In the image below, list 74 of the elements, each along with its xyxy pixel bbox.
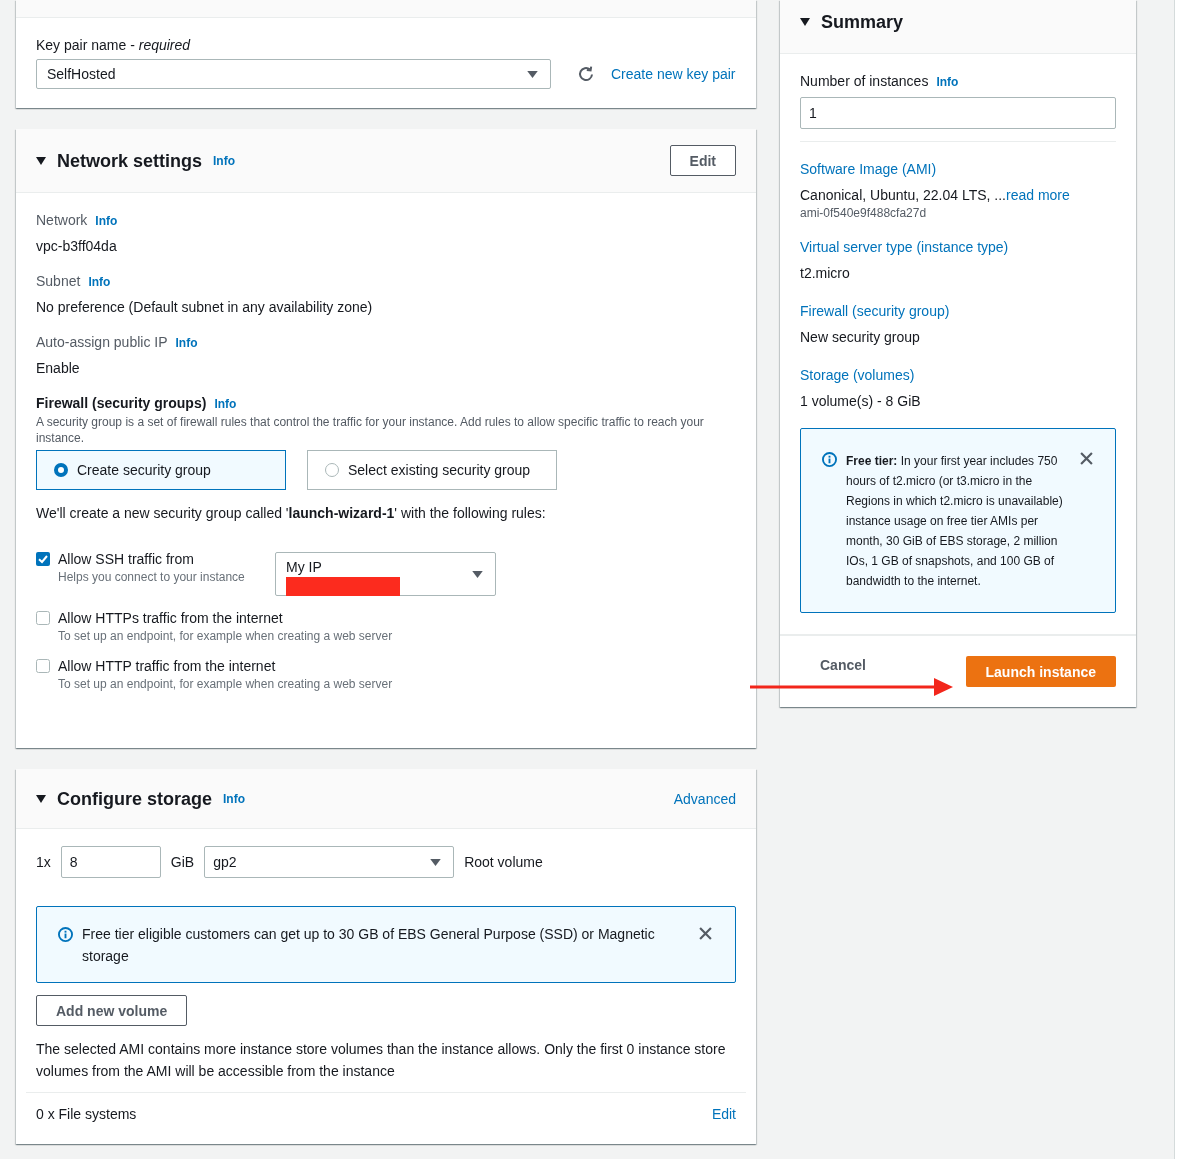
edit-button[interactable]: Edit <box>669 145 736 176</box>
radio-icon[interactable] <box>325 463 339 477</box>
alert-text: Free tier: In your first year includes 750 hours of t2.micro (or t3.micro in the Regions in which t2.micro is unavailable) instance usage on free tier AMIs per month, 30 GiB of EBS storage, 2 million IOs, 1 GB of snapshots, and 100 GB of bandwidth to the internet. <box>846 453 1064 590</box>
checkbox[interactable] <box>36 552 50 566</box>
size-unit: GiB <box>170 854 195 870</box>
info-icon <box>822 452 837 467</box>
field-label: Network <box>36 211 88 230</box>
radio-icon[interactable] <box>54 463 68 477</box>
caret-down-icon[interactable] <box>36 794 46 803</box>
radio-option[interactable]: Select existing security group <box>307 450 557 490</box>
volume-size-field[interactable]: 8 <box>60 846 161 878</box>
summary-value: Canonical, Ubuntu, 22.04 LTS, ... <box>800 187 1006 203</box>
ami-id: ami-0f540e9f488cfa27d <box>800 206 928 220</box>
field-value: Enable <box>36 359 81 378</box>
edit-link[interactable]: Edit <box>711 1103 736 1125</box>
create-key-pair-link[interactable]: Create new key pair <box>611 66 736 82</box>
field-label: Key pair name - required <box>36 36 192 54</box>
radio-option[interactable]: Create security group <box>36 450 286 490</box>
storage-note: The selected AMI contains more instance store volumes than the instance allows. Only the first 0 instance store volumes from the AMI will be accessible from the instance <box>36 1040 727 1081</box>
volume-label: Root volume <box>464 854 543 870</box>
caret-down-icon[interactable] <box>800 18 810 26</box>
caret-icon <box>430 858 442 866</box>
summary-heading-link[interactable]: Storage (volumes) <box>800 364 915 386</box>
rule-label: Allow HTTP traffic from the internet <box>58 657 277 676</box>
info-link[interactable]: Info <box>936 72 959 92</box>
launch-instance-button[interactable]: Launch instance <box>965 656 1116 687</box>
summary-heading-link[interactable]: Virtual server type (instance type) <box>800 236 1009 258</box>
security-group-note: We'll create a new security group called 'launch-wizard-1' with the following rules: <box>36 504 547 523</box>
field-label: Subnet <box>36 272 81 291</box>
close-icon[interactable] <box>1080 452 1093 465</box>
rule-label: Allow HTTPs traffic from the internet <box>58 609 284 628</box>
summary-heading-link[interactable]: Firewall (security group) <box>800 300 950 322</box>
section-title: Summary <box>821 11 904 33</box>
advanced-link[interactable]: Advanced <box>673 790 736 807</box>
instance-count-field[interactable]: 1 <box>800 97 1116 129</box>
rule-description: To set up an endpoint, for example when creating a web server <box>58 676 393 692</box>
cancel-button[interactable]: Cancel <box>820 658 866 673</box>
info-link[interactable]: Info <box>223 791 245 806</box>
field-description: A security group is a set of firewall rules that control the traffic for your instance. Add rules to allow specific traffic to reach your instance. <box>36 414 705 446</box>
field-label: Number of instances <box>800 72 929 91</box>
summary-value: 1 volume(s) - 8 GiB <box>800 393 921 409</box>
summary-value: New security group <box>800 329 920 345</box>
close-icon[interactable] <box>699 927 712 940</box>
info-link[interactable]: Info <box>213 153 236 168</box>
key-pair-select[interactable]: SelfHosted <box>36 59 551 89</box>
field-value: No preference (Default subnet in any availability zone) <box>36 298 374 317</box>
rule-description: To set up an endpoint, for example when creating a web server <box>58 628 393 644</box>
read-more-link[interactable]: read more <box>1006 187 1070 203</box>
info-icon <box>58 927 73 942</box>
refresh-icon[interactable] <box>578 66 594 82</box>
file-systems-count: 0 x File systems <box>36 1105 137 1124</box>
rule-description: Helps you connect to your instance <box>58 569 246 585</box>
summary-heading-link[interactable]: Software Image (AMI) <box>800 158 937 180</box>
caret-icon <box>527 70 538 78</box>
field-value: vpc-b3ff04da <box>36 237 118 256</box>
volume-type-select[interactable]: gp2 <box>204 846 455 878</box>
volume-count: 1x <box>36 854 51 870</box>
alert-text: Free tier eligible customers can get up to 30 GB of EBS General Purpose (SSD) or Magnetic storage <box>82 925 656 966</box>
section-title: Configure storage <box>57 787 212 810</box>
caret-down-icon[interactable] <box>36 156 46 165</box>
info-link[interactable]: Info <box>214 394 237 414</box>
info-link[interactable]: Info <box>175 333 198 353</box>
summary-value: t2.micro <box>800 265 850 281</box>
info-link[interactable]: Info <box>88 272 111 292</box>
info-link[interactable]: Info <box>95 211 118 231</box>
caret-icon <box>472 570 483 578</box>
add-volume-button[interactable]: Add new volume <box>36 995 188 1026</box>
checkbox[interactable] <box>36 659 50 673</box>
field-label: Firewall (security groups) <box>36 394 207 413</box>
source-select[interactable]: My IP <box>275 552 496 596</box>
field-label: Auto-assign public IP <box>36 333 168 352</box>
rule-label: Allow SSH traffic from <box>58 550 195 569</box>
section-title: Network settings <box>57 149 203 172</box>
checkbox[interactable] <box>36 611 50 625</box>
